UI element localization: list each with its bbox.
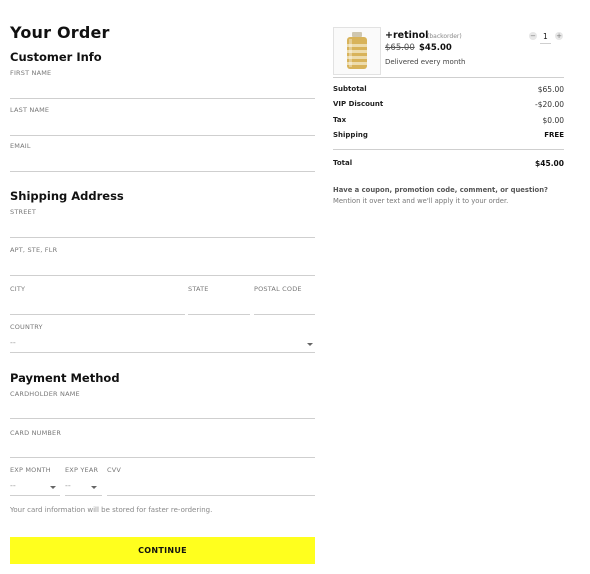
summary-subtotal-label: Subtotal <box>333 85 367 93</box>
postal-code-field[interactable] <box>254 292 315 314</box>
summary-vip-discount-value: -$20.00 <box>535 100 564 109</box>
product-bottle-image <box>347 32 367 69</box>
state-underline <box>188 314 250 315</box>
summary-total-label: Total <box>333 159 353 167</box>
cvv-field[interactable] <box>107 474 315 495</box>
country-label: COUNTRY <box>10 323 43 331</box>
quantity-underline <box>540 43 551 44</box>
continue-button[interactable]: CONTINUE <box>10 537 315 564</box>
quantity-increase-button[interactable]: + <box>555 32 563 40</box>
product-name: +retinol <box>385 30 429 41</box>
coupon-text: Mention it over text and we'll apply it … <box>333 197 509 205</box>
street-field[interactable] <box>10 215 315 237</box>
country-select-value: -- <box>10 338 16 347</box>
exp-year-label: EXP YEAR <box>65 466 99 474</box>
page-title: Your Order <box>10 23 110 42</box>
city-underline <box>10 314 185 315</box>
chevron-down-icon <box>91 486 97 489</box>
cardholder-name-field[interactable] <box>10 397 315 418</box>
product-original-price: $65.00 <box>385 43 415 53</box>
exp-year-underline <box>65 495 102 496</box>
apt-field[interactable] <box>10 253 315 275</box>
first-name-field[interactable] <box>10 76 315 98</box>
product-delivery: Delivered every month <box>385 58 466 66</box>
exp-month-label: EXP MONTH <box>10 466 51 474</box>
product-price: $45.00 <box>419 43 452 53</box>
card-storage-note: Your card information will be stored for… <box>10 506 213 514</box>
chevron-down-icon <box>307 343 313 346</box>
summary-divider-top <box>333 77 564 78</box>
summary-subtotal-value: $65.00 <box>537 85 564 94</box>
first-name-underline <box>10 98 315 99</box>
state-field[interactable] <box>188 292 250 314</box>
summary-tax-value: $0.00 <box>542 116 564 125</box>
exp-year-value: -- <box>65 481 71 490</box>
summary-divider-bottom <box>333 149 564 150</box>
customer-info-heading: Customer Info <box>10 50 102 64</box>
quantity-decrease-button[interactable]: − <box>529 32 537 40</box>
exp-month-value: -- <box>10 481 16 490</box>
city-field[interactable] <box>10 292 185 314</box>
street-underline <box>10 237 315 238</box>
email-field[interactable] <box>10 149 315 171</box>
cardholder-name-underline <box>10 418 315 419</box>
country-underline <box>10 352 315 353</box>
summary-tax-label: Tax <box>333 116 347 124</box>
email-underline <box>10 171 315 172</box>
exp-year-select[interactable]: -- <box>65 479 102 495</box>
exp-month-select[interactable]: -- <box>10 479 60 495</box>
exp-month-underline <box>10 495 60 496</box>
summary-total-value: $45.00 <box>535 159 564 168</box>
shipping-address-heading: Shipping Address <box>10 189 124 203</box>
chevron-down-icon <box>50 486 56 489</box>
cvv-underline <box>107 495 315 496</box>
product-status: (backorder) <box>427 33 462 40</box>
card-number-underline <box>10 457 315 458</box>
country-select[interactable]: -- <box>10 336 315 352</box>
summary-shipping-value: FREE <box>544 131 564 139</box>
cvv-label: CVV <box>107 466 122 474</box>
quantity-value[interactable]: 1 <box>543 32 548 41</box>
last-name-field[interactable] <box>10 113 315 135</box>
summary-shipping-label: Shipping <box>333 131 368 139</box>
coupon-question: Have a coupon, promotion code, comment, … <box>333 186 548 194</box>
postal-code-underline <box>254 314 315 315</box>
product-image <box>333 27 381 75</box>
card-number-field[interactable] <box>10 436 315 457</box>
payment-method-heading: Payment Method <box>10 371 120 385</box>
summary-vip-discount-label: VIP Discount <box>333 100 384 108</box>
last-name-underline <box>10 135 315 136</box>
apt-underline <box>10 275 315 276</box>
